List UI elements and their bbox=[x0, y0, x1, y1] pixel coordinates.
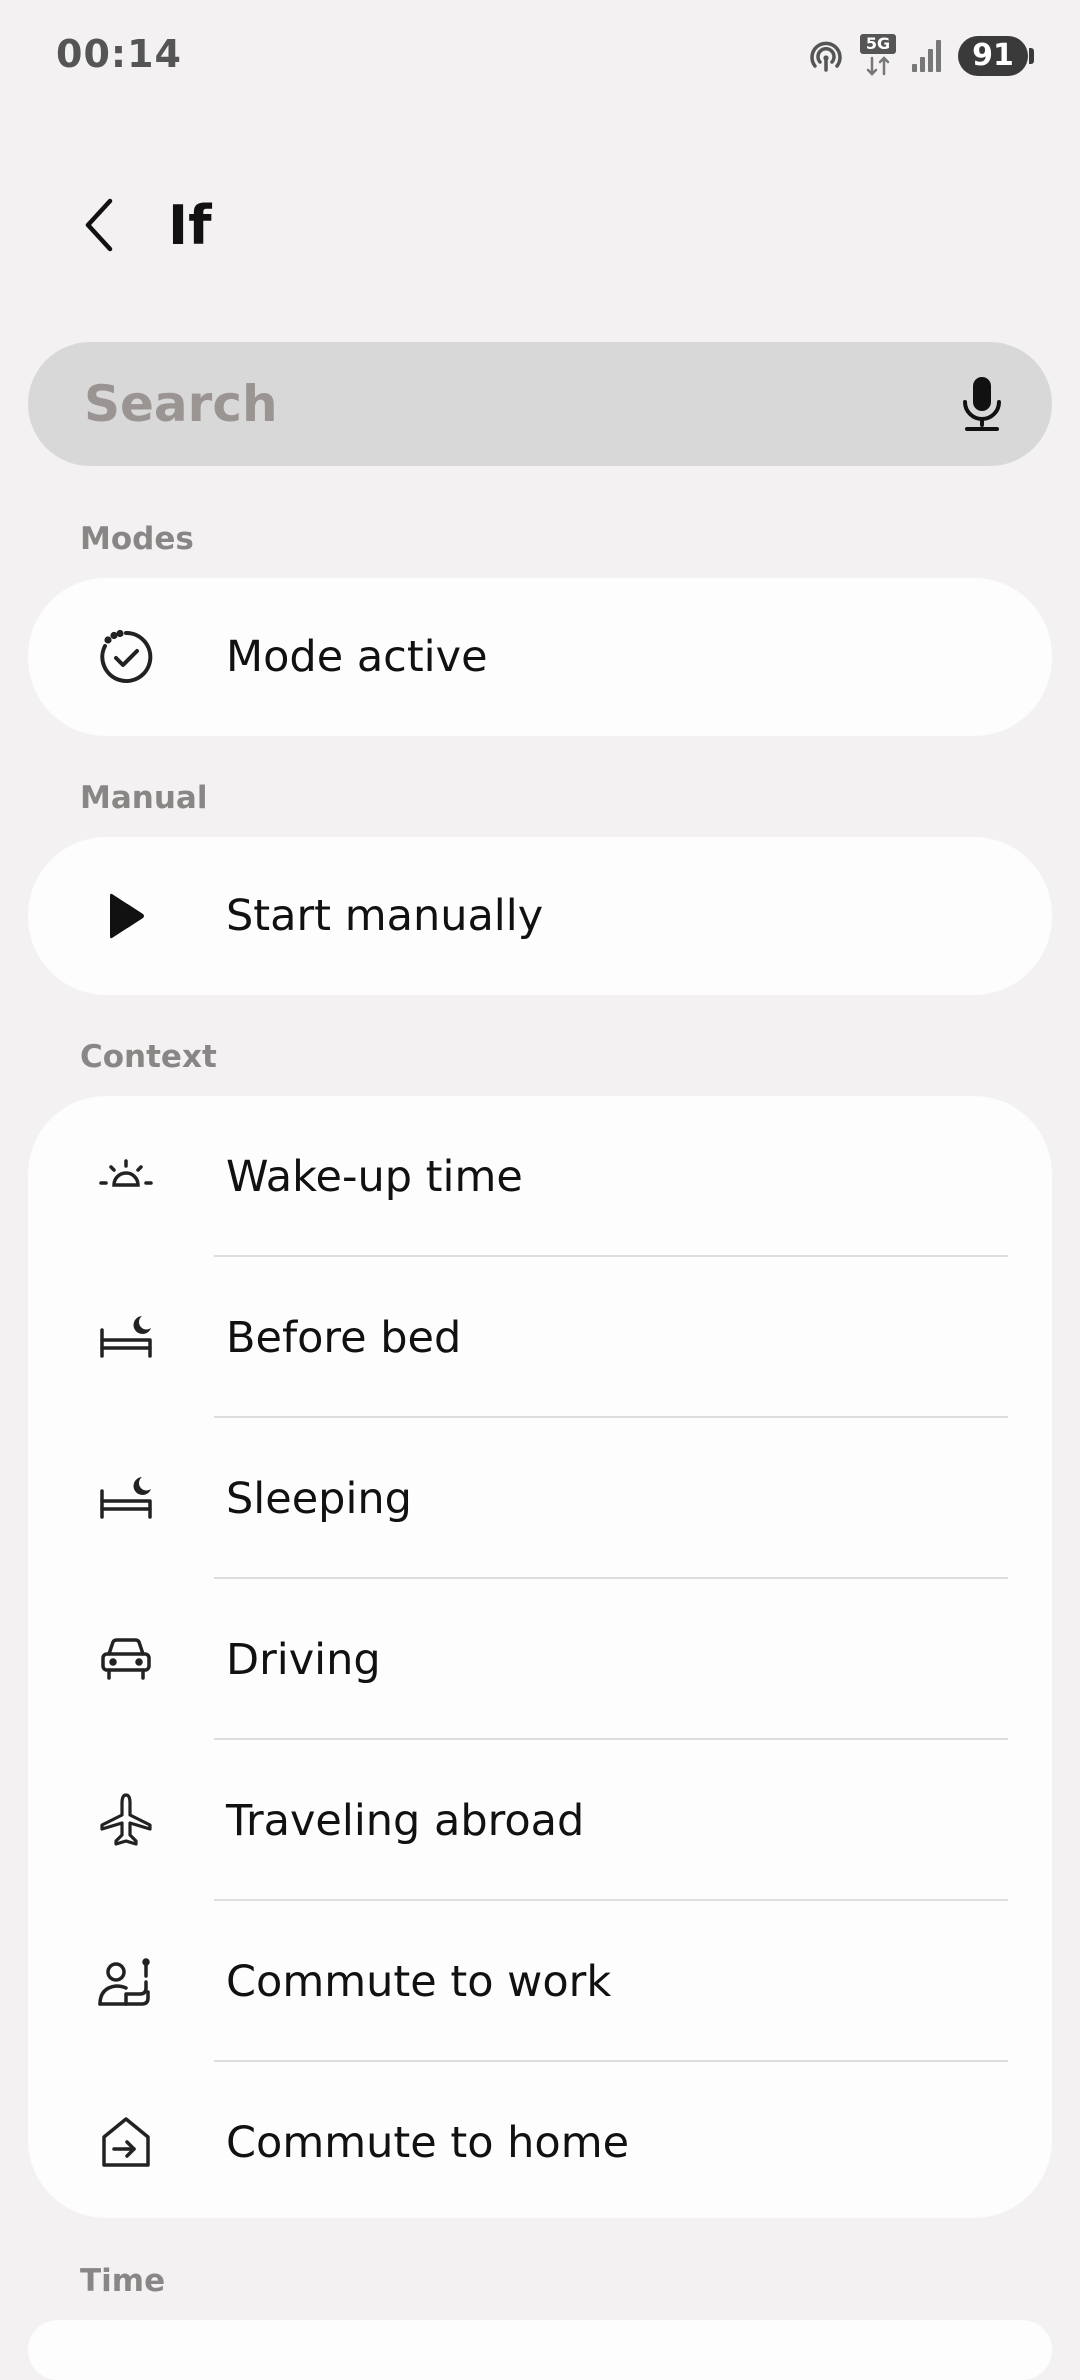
app-bar: If bbox=[0, 180, 1080, 270]
list-item-label: Commute to home bbox=[226, 2117, 630, 2168]
voice-search-button[interactable] bbox=[942, 364, 1022, 444]
commute-home-icon bbox=[96, 2113, 156, 2173]
bed-moon-icon bbox=[96, 1469, 156, 1529]
bed-moon-icon bbox=[96, 1308, 156, 1368]
list-item-label: Sleeping bbox=[226, 1473, 412, 1524]
context-card: Wake-up time Before bed Sleeping Driving… bbox=[28, 1096, 1052, 2218]
back-button[interactable] bbox=[70, 190, 130, 260]
modes-card: Mode active bbox=[28, 578, 1052, 736]
section-header-time: Time bbox=[80, 2263, 166, 2299]
list-item-label: Traveling abroad bbox=[226, 1795, 585, 1846]
list-item-label: Wake-up time bbox=[226, 1151, 523, 1202]
network-label: 5G bbox=[860, 34, 896, 54]
network-5g-icon: 5G bbox=[860, 34, 896, 78]
status-icons: 5G 91 bbox=[806, 34, 1034, 78]
list-item-label: Start manually bbox=[226, 891, 544, 941]
chevron-left-icon bbox=[85, 198, 113, 252]
section-header-modes: Modes bbox=[80, 521, 194, 557]
play-icon bbox=[96, 886, 156, 946]
commute-work-icon bbox=[96, 1952, 156, 2012]
sunrise-icon bbox=[96, 1147, 156, 1207]
section-header-context: Context bbox=[80, 1039, 217, 1075]
list-item-label: Mode active bbox=[226, 632, 488, 682]
airplane-icon bbox=[96, 1791, 156, 1851]
search-input[interactable] bbox=[84, 342, 904, 466]
list-item-wake-up-time[interactable]: Wake-up time bbox=[28, 1096, 1052, 1257]
battery-icon: 91 bbox=[958, 36, 1034, 76]
list-item-commute-to-home[interactable]: Commute to home bbox=[28, 2062, 1052, 2218]
list-item-label: Commute to work bbox=[226, 1956, 612, 2007]
list-item-mode-active[interactable]: Mode active bbox=[28, 578, 1052, 736]
status-bar: 00:14 5G 91 bbox=[0, 0, 1080, 116]
list-item-label: Before bed bbox=[226, 1312, 462, 1363]
list-item-driving[interactable]: Driving bbox=[28, 1579, 1052, 1740]
list-item-label: Driving bbox=[226, 1634, 381, 1685]
mode-check-icon bbox=[96, 627, 156, 687]
hotspot-icon bbox=[806, 36, 846, 76]
section-header-manual: Manual bbox=[80, 780, 208, 816]
list-item-commute-to-work[interactable]: Commute to work bbox=[28, 1901, 1052, 2062]
list-item-start-manually[interactable]: Start manually bbox=[28, 837, 1052, 995]
list-item-before-bed[interactable]: Before bed bbox=[28, 1257, 1052, 1418]
signal-icon bbox=[910, 38, 944, 74]
status-time: 00:14 bbox=[56, 32, 182, 76]
search-bar bbox=[28, 342, 1052, 466]
manual-card: Start manually bbox=[28, 837, 1052, 995]
page-title: If bbox=[168, 194, 212, 257]
list-item-traveling-abroad[interactable]: Traveling abroad bbox=[28, 1740, 1052, 1901]
list-item-sleeping[interactable]: Sleeping bbox=[28, 1418, 1052, 1579]
time-card bbox=[28, 2320, 1052, 2380]
car-icon bbox=[96, 1630, 156, 1690]
microphone-icon bbox=[963, 377, 1001, 431]
